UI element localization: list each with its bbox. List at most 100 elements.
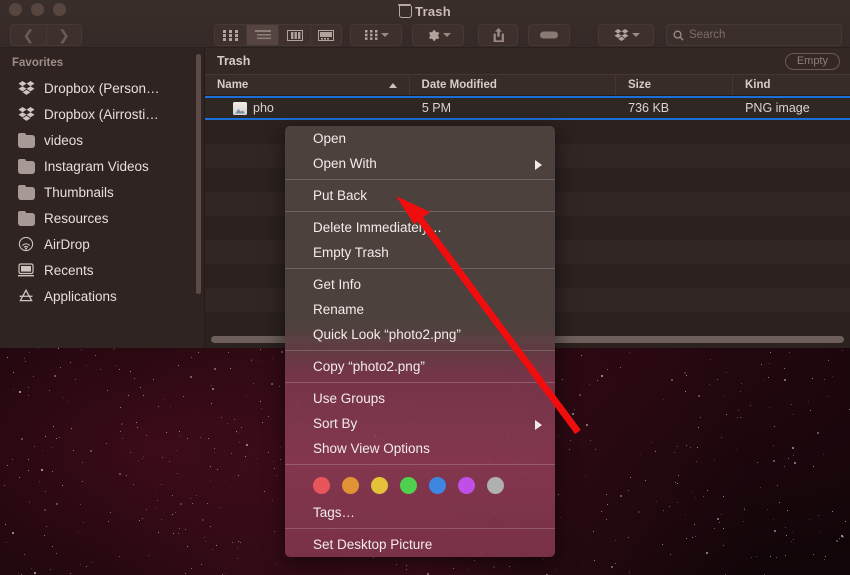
tag-swatch-2[interactable] — [371, 477, 388, 494]
tag-swatch-4[interactable] — [429, 477, 446, 494]
column-header-name[interactable]: Name — [205, 75, 410, 95]
sidebar-item-dropbox-airrosti[interactable]: Dropbox (Airrosti… — [0, 101, 204, 127]
menu-item-use-groups[interactable]: Use Groups — [285, 386, 555, 411]
sidebar-item-airdrop[interactable]: AirDrop — [0, 231, 204, 257]
menu-item-copy[interactable]: Copy “photo2.png” — [285, 354, 555, 379]
star — [453, 568, 454, 569]
star — [721, 514, 722, 515]
menu-item-rename[interactable]: Rename — [285, 297, 555, 322]
star — [273, 461, 274, 462]
star — [28, 470, 29, 471]
menu-item-tags[interactable]: Tags… — [285, 500, 555, 525]
sidebar-scrollbar[interactable] — [196, 54, 201, 294]
share-button[interactable] — [478, 24, 518, 46]
tag-swatch-1[interactable] — [342, 477, 359, 494]
column-header-kind[interactable]: Kind — [733, 75, 850, 95]
star — [791, 404, 792, 405]
chevron-down-icon — [443, 33, 451, 37]
sidebar-item-applications[interactable]: Applications — [0, 283, 204, 309]
menu-item-delete-immediately[interactable]: Delete Immediately… — [285, 215, 555, 240]
star — [695, 536, 696, 537]
menu-item-put-back[interactable]: Put Back — [285, 183, 555, 208]
star — [260, 401, 261, 402]
menu-item-open-with[interactable]: Open With — [285, 151, 555, 176]
menu-item-sort-by[interactable]: Sort By — [285, 411, 555, 436]
star — [543, 559, 544, 560]
star — [685, 391, 686, 392]
menu-item-label: Tags… — [313, 505, 355, 520]
menu-item-empty-trash[interactable]: Empty Trash — [285, 240, 555, 265]
star — [83, 522, 84, 523]
star — [427, 573, 429, 575]
sidebar-item-instagram-videos[interactable]: Instagram Videos — [0, 153, 204, 179]
tag-button[interactable] — [528, 24, 570, 46]
folder-icon — [18, 161, 35, 174]
star — [214, 452, 215, 453]
star — [246, 444, 248, 446]
star — [179, 528, 180, 529]
sidebar-item-videos[interactable]: videos — [0, 127, 204, 153]
menu-item-set-desktop-picture[interactable]: Set Desktop Picture — [285, 532, 555, 557]
star — [146, 435, 147, 436]
star — [166, 432, 167, 433]
sidebar-item-recents[interactable]: Recents — [0, 257, 204, 283]
star — [234, 419, 235, 420]
sidebar-item-thumbnails[interactable]: Thumbnails — [0, 179, 204, 205]
folder-icon — [18, 187, 35, 200]
star — [119, 556, 120, 557]
table-row[interactable]: pho 5 PM 736 KB PNG image — [205, 96, 850, 120]
star — [217, 469, 218, 470]
star — [133, 484, 134, 485]
tag-swatch-5[interactable] — [458, 477, 475, 494]
cell-size: 736 KB — [616, 101, 733, 115]
star — [214, 368, 216, 370]
menu-item-label: Open — [313, 131, 346, 146]
star — [46, 526, 47, 527]
star — [396, 564, 397, 565]
column-header-date-modified[interactable]: Date Modified — [410, 75, 616, 95]
file-name-label: pho — [253, 101, 274, 115]
star — [723, 545, 724, 546]
star — [686, 375, 687, 376]
icon-view-button[interactable] — [214, 24, 246, 46]
star — [146, 509, 147, 510]
tag-swatch-3[interactable] — [400, 477, 417, 494]
star — [677, 446, 678, 447]
group-by-button[interactable] — [350, 24, 402, 46]
star — [700, 417, 701, 418]
star — [832, 376, 833, 377]
sidebar-item-dropbox-personal[interactable]: Dropbox (Person… — [0, 75, 204, 101]
star — [276, 564, 277, 565]
gallery-view-button[interactable] — [310, 24, 342, 46]
star — [239, 442, 240, 443]
search-field[interactable]: Search — [666, 24, 842, 46]
tag-swatch-6[interactable] — [487, 477, 504, 494]
tag-swatch-0[interactable] — [313, 477, 330, 494]
menu-separator — [285, 464, 555, 465]
column-view-button[interactable] — [278, 24, 310, 46]
star — [173, 533, 174, 534]
star — [761, 364, 762, 365]
forward-button[interactable]: ❯ — [46, 24, 82, 46]
star — [785, 555, 786, 556]
star — [245, 456, 246, 457]
menu-item-quick-look[interactable]: Quick Look “photo2.png” — [285, 322, 555, 347]
star — [736, 449, 737, 450]
menu-item-open[interactable]: Open — [285, 126, 555, 151]
sidebar-item-resources[interactable]: Resources — [0, 205, 204, 231]
star — [823, 454, 824, 455]
dropbox-toolbar-button[interactable] — [598, 24, 654, 46]
menu-item-show-view-options[interactable]: Show View Options — [285, 436, 555, 461]
list-view-button[interactable] — [246, 24, 278, 46]
tag-color-swatches[interactable] — [285, 468, 555, 500]
star — [768, 377, 769, 378]
star — [231, 453, 232, 454]
menu-item-get-info[interactable]: Get Info — [285, 272, 555, 297]
airdrop-icon — [18, 237, 35, 252]
star — [607, 504, 608, 505]
action-menu-button[interactable] — [412, 24, 464, 46]
empty-trash-button[interactable]: Empty — [785, 53, 840, 70]
back-button[interactable]: ❮ — [10, 24, 46, 46]
window-title: Trash — [0, 0, 850, 22]
column-header-size[interactable]: Size — [616, 75, 733, 95]
